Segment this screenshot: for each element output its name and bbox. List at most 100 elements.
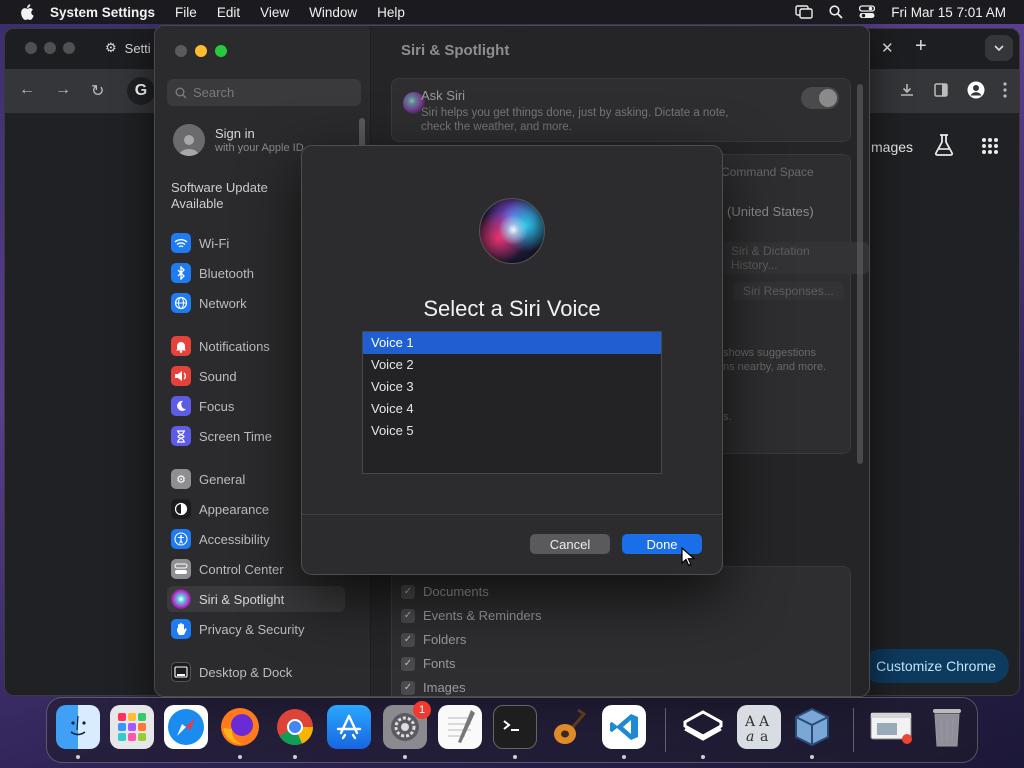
check-row-fonts[interactable]: ✓ Fonts: [401, 656, 456, 671]
dock-separator: [665, 708, 666, 752]
apple-id-signin[interactable]: Sign in with your Apple ID: [173, 124, 304, 156]
ask-siri-description: Siri helps you get things done, just by …: [421, 107, 729, 133]
download-icon[interactable]: [899, 82, 915, 98]
menu-view[interactable]: View: [260, 5, 289, 20]
svg-text:A: A: [758, 714, 770, 730]
chrome-traffic-lights[interactable]: [25, 42, 75, 54]
main-scrollbar[interactable]: [857, 84, 863, 464]
sidebar-item-label: General: [199, 471, 246, 487]
sidebar-item-privacy-security[interactable]: Privacy & Security: [167, 616, 345, 642]
sidebar-item-label: Accessibility: [199, 531, 270, 547]
ask-siri-title: Ask Siri: [421, 88, 466, 103]
menu-file[interactable]: File: [175, 5, 197, 20]
siri-responses-button[interactable]: Siri Responses...: [733, 282, 844, 300]
trash-icon[interactable]: [925, 705, 969, 749]
finder-icon[interactable]: [56, 705, 100, 749]
suggestions-text-2: ns nearby, and more.: [723, 361, 827, 373]
close-window-button[interactable]: [175, 45, 187, 57]
virtualbox-icon[interactable]: [790, 705, 834, 749]
tab-search-button[interactable]: [985, 35, 1013, 61]
firefox-icon[interactable]: [218, 705, 262, 749]
terminal-icon[interactable]: [493, 705, 537, 749]
preview-icon[interactable]: [869, 705, 913, 749]
chrome-running-dot: [293, 755, 297, 759]
screen-mirroring-icon[interactable]: [795, 5, 813, 19]
voice-option-5[interactable]: Voice 5: [363, 420, 661, 442]
chevron-down-icon: [994, 45, 1004, 51]
sidebar-item-label: Sound: [199, 368, 237, 384]
siri-history-button[interactable]: Siri & Dictation History...: [721, 242, 869, 274]
checkbox-checked-icon: ✓: [401, 632, 415, 647]
garageband-icon[interactable]: [547, 705, 591, 749]
textedit-icon[interactable]: [438, 705, 482, 749]
chrome-icon[interactable]: [273, 705, 317, 749]
finder-running-dot: [76, 755, 80, 759]
sublime-merge-running-dot: [701, 755, 705, 759]
sidebar-item-desktop-dock[interactable]: Desktop & Dock: [167, 659, 345, 685]
labs-flask-icon[interactable]: [933, 133, 955, 157]
profile-icon[interactable]: [967, 81, 985, 99]
launchpad-icon[interactable]: [110, 705, 154, 749]
menu-edit[interactable]: Edit: [217, 5, 240, 20]
settings-search-input[interactable]: Search: [167, 79, 361, 106]
check-row-folders[interactable]: ✓ Folders: [401, 632, 466, 647]
sidebar-item-label: Screen Time: [199, 428, 272, 444]
google-apps-icon[interactable]: [981, 137, 999, 155]
cancel-button[interactable]: Cancel: [530, 534, 610, 554]
safari-icon[interactable]: [164, 705, 208, 749]
vscode-running-dot: [622, 755, 626, 759]
window-traffic-lights: [175, 45, 227, 57]
menu-bar: System Settings File Edit View Window He…: [0, 0, 1024, 24]
language-value[interactable]: (United States): [727, 204, 814, 219]
sidebar-item-siri-spotlight[interactable]: Siri & Spotlight: [167, 586, 345, 612]
voice-option-3[interactable]: Voice 3: [363, 376, 661, 398]
more-vertical-icon[interactable]: [1003, 82, 1007, 98]
font-book-icon[interactable]: AAaa: [737, 705, 781, 749]
menu-clock[interactable]: Fri Mar 15 7:01 AM: [891, 5, 1006, 20]
voice-option-2[interactable]: Voice 2: [363, 354, 661, 376]
menu-help[interactable]: Help: [377, 5, 405, 20]
search-placeholder: Search: [193, 85, 235, 100]
accessibility-icon: [171, 529, 191, 549]
hand-icon: [171, 619, 191, 639]
page-title: Siri & Spotlight: [401, 42, 510, 59]
check-row-documents[interactable]: ✓ Documents: [401, 584, 489, 599]
reload-icon[interactable]: ↻: [91, 81, 104, 101]
sidebar-scrollbar[interactable]: [359, 118, 365, 148]
check-row-events[interactable]: ✓ Events & Reminders: [401, 608, 542, 623]
minimize-window-button[interactable]: [195, 45, 207, 57]
system-settings-icon[interactable]: 1: [383, 701, 431, 749]
sidebar-item-label: Desktop & Dock: [199, 664, 293, 680]
software-update-notice[interactable]: Software Update Available: [171, 180, 291, 212]
dock: 1 AAaa: [46, 697, 978, 763]
voice-option-1[interactable]: Voice 1: [363, 332, 661, 354]
check-row-images[interactable]: ✓ Images: [401, 680, 466, 695]
ask-siri-toggle[interactable]: [801, 87, 839, 109]
globe-icon: [171, 293, 191, 313]
keyboard-shortcut-value[interactable]: Command Space: [721, 165, 814, 179]
zoom-window-button[interactable]: [215, 45, 227, 57]
moon-icon: [171, 396, 191, 416]
vscode-icon[interactable]: [602, 705, 646, 749]
sidebar-item-label: Siri & Spotlight: [199, 591, 285, 607]
app-store-icon[interactable]: [327, 705, 371, 749]
sublime-merge-icon[interactable]: [681, 705, 725, 749]
new-tab-icon[interactable]: +: [915, 35, 927, 58]
control-center-icon[interactable]: [859, 5, 876, 19]
menu-window[interactable]: Window: [309, 5, 357, 20]
spotlight-search-icon[interactable]: [829, 5, 843, 19]
customize-chrome-button[interactable]: Customize Chrome: [863, 649, 1009, 683]
google-icon[interactable]: G: [127, 77, 155, 105]
bell-icon: [171, 336, 191, 356]
voice-option-4[interactable]: Voice 4: [363, 398, 661, 420]
apple-menu-icon[interactable]: [20, 4, 34, 20]
chrome-tab[interactable]: ⚙ Setti: [105, 40, 151, 56]
forward-arrow-icon[interactable]: →: [55, 81, 71, 99]
menu-app-name[interactable]: System Settings: [50, 5, 155, 20]
check-label: Fonts: [423, 656, 456, 671]
back-arrow-icon[interactable]: ←: [19, 81, 35, 99]
images-link[interactable]: mages: [871, 139, 913, 155]
voice-list[interactable]: Voice 1 Voice 2 Voice 3 Voice 4 Voice 5: [362, 331, 662, 474]
close-tab-icon[interactable]: ✕: [881, 39, 894, 57]
side-panel-icon[interactable]: [933, 82, 949, 98]
